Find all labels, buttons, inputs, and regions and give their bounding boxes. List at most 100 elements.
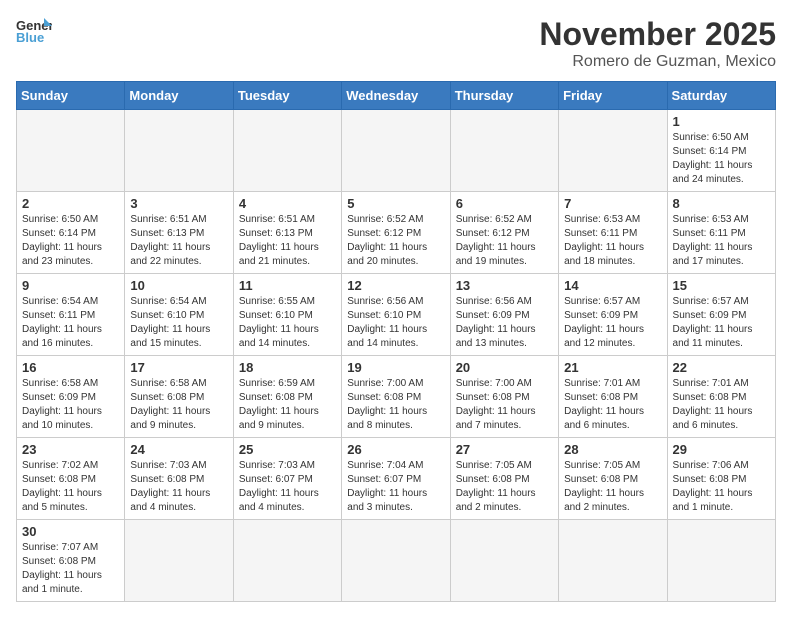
calendar-day-cell bbox=[233, 520, 341, 602]
day-number: 25 bbox=[239, 442, 336, 457]
day-info: Sunrise: 6:54 AM Sunset: 6:11 PM Dayligh… bbox=[22, 295, 119, 351]
day-info: Sunrise: 6:52 AM Sunset: 6:12 PM Dayligh… bbox=[347, 213, 444, 269]
calendar-day-cell bbox=[125, 520, 233, 602]
day-info: Sunrise: 6:53 AM Sunset: 6:11 PM Dayligh… bbox=[564, 213, 661, 269]
day-info: Sunrise: 6:52 AM Sunset: 6:12 PM Dayligh… bbox=[456, 213, 553, 269]
day-number: 9 bbox=[22, 278, 119, 293]
calendar-day-cell: 22 Sunrise: 7:01 AM Sunset: 6:08 PM Dayli… bbox=[667, 356, 775, 438]
page-header: General Blue November 2025 Romero de Guz… bbox=[16, 16, 776, 71]
day-number: 28 bbox=[564, 442, 661, 457]
calendar-day-cell bbox=[125, 110, 233, 192]
weekday-header: Wednesday bbox=[342, 82, 450, 110]
day-info: Sunrise: 7:05 AM Sunset: 6:08 PM Dayligh… bbox=[456, 459, 553, 515]
weekday-header-row: SundayMondayTuesdayWednesdayThursdayFrid… bbox=[17, 82, 776, 110]
day-info: Sunrise: 6:56 AM Sunset: 6:09 PM Dayligh… bbox=[456, 295, 553, 351]
day-info: Sunrise: 7:07 AM Sunset: 6:08 PM Dayligh… bbox=[22, 541, 119, 597]
calendar-day-cell: 21 Sunrise: 7:01 AM Sunset: 6:08 PM Dayli… bbox=[559, 356, 667, 438]
calendar-day-cell bbox=[17, 110, 125, 192]
calendar-day-cell: 13Sunrise: 6:56 AM Sunset: 6:09 PM Dayli… bbox=[450, 274, 558, 356]
weekday-header: Tuesday bbox=[233, 82, 341, 110]
calendar-day-cell: 6 Sunrise: 6:52 AM Sunset: 6:12 PM Daylig… bbox=[450, 192, 558, 274]
day-number: 15 bbox=[673, 278, 770, 293]
calendar-day-cell: 28Sunrise: 7:05 AM Sunset: 6:08 PM Dayli… bbox=[559, 438, 667, 520]
day-info: Sunrise: 6:55 AM Sunset: 6:10 PM Dayligh… bbox=[239, 295, 336, 351]
day-info: Sunrise: 6:54 AM Sunset: 6:10 PM Dayligh… bbox=[130, 295, 227, 351]
day-info: Sunrise: 6:51 AM Sunset: 6:13 PM Dayligh… bbox=[130, 213, 227, 269]
weekday-header: Saturday bbox=[667, 82, 775, 110]
day-info: Sunrise: 7:02 AM Sunset: 6:08 PM Dayligh… bbox=[22, 459, 119, 515]
day-info: Sunrise: 6:53 AM Sunset: 6:11 PM Dayligh… bbox=[673, 213, 770, 269]
day-info: Sunrise: 6:57 AM Sunset: 6:09 PM Dayligh… bbox=[564, 295, 661, 351]
day-number: 23 bbox=[22, 442, 119, 457]
logo: General Blue bbox=[16, 16, 52, 44]
calendar-week-row: 16 Sunrise: 6:58 AM Sunset: 6:09 PM Dayli… bbox=[17, 356, 776, 438]
calendar-day-cell: 26Sunrise: 7:04 AM Sunset: 6:07 PM Dayli… bbox=[342, 438, 450, 520]
calendar-day-cell bbox=[559, 520, 667, 602]
calendar-day-cell: 23 Sunrise: 7:02 AM Sunset: 6:08 PM Dayli… bbox=[17, 438, 125, 520]
calendar-day-cell: 1 Sunrise: 6:50 AM Sunset: 6:14 PM Daylig… bbox=[667, 110, 775, 192]
location-subtitle: Romero de Guzman, Mexico bbox=[539, 53, 776, 71]
day-number: 16 bbox=[22, 360, 119, 375]
day-number: 30 bbox=[22, 524, 119, 539]
calendar-day-cell: 29 Sunrise: 7:06 AM Sunset: 6:08 PM Dayli… bbox=[667, 438, 775, 520]
day-info: Sunrise: 7:00 AM Sunset: 6:08 PM Dayligh… bbox=[456, 377, 553, 433]
day-info: Sunrise: 7:01 AM Sunset: 6:08 PM Dayligh… bbox=[564, 377, 661, 433]
day-number: 12 bbox=[347, 278, 444, 293]
calendar-day-cell: 11 Sunrise: 6:55 AM Sunset: 6:10 PM Dayli… bbox=[233, 274, 341, 356]
day-info: Sunrise: 7:01 AM Sunset: 6:08 PM Dayligh… bbox=[673, 377, 770, 433]
day-info: Sunrise: 6:51 AM Sunset: 6:13 PM Dayligh… bbox=[239, 213, 336, 269]
day-number: 17 bbox=[130, 360, 227, 375]
day-info: Sunrise: 6:56 AM Sunset: 6:10 PM Dayligh… bbox=[347, 295, 444, 351]
day-info: Sunrise: 6:50 AM Sunset: 6:14 PM Dayligh… bbox=[22, 213, 119, 269]
day-number: 10 bbox=[130, 278, 227, 293]
calendar-day-cell: 16 Sunrise: 6:58 AM Sunset: 6:09 PM Dayli… bbox=[17, 356, 125, 438]
day-info: Sunrise: 7:03 AM Sunset: 6:08 PM Dayligh… bbox=[130, 459, 227, 515]
calendar-day-cell: 17Sunrise: 6:58 AM Sunset: 6:08 PM Dayli… bbox=[125, 356, 233, 438]
day-number: 11 bbox=[239, 278, 336, 293]
day-number: 2 bbox=[22, 196, 119, 211]
title-area: November 2025 Romero de Guzman, Mexico bbox=[539, 16, 776, 71]
calendar-day-cell: 3 Sunrise: 6:51 AM Sunset: 6:13 PM Daylig… bbox=[125, 192, 233, 274]
month-title: November 2025 bbox=[539, 16, 776, 53]
calendar-day-cell bbox=[450, 110, 558, 192]
calendar-day-cell: 27Sunrise: 7:05 AM Sunset: 6:08 PM Dayli… bbox=[450, 438, 558, 520]
calendar-day-cell: 14 Sunrise: 6:57 AM Sunset: 6:09 PM Dayli… bbox=[559, 274, 667, 356]
weekday-header: Friday bbox=[559, 82, 667, 110]
calendar-day-cell: 25Sunrise: 7:03 AM Sunset: 6:07 PM Dayli… bbox=[233, 438, 341, 520]
day-info: Sunrise: 7:06 AM Sunset: 6:08 PM Dayligh… bbox=[673, 459, 770, 515]
calendar-day-cell: 20 Sunrise: 7:00 AM Sunset: 6:08 PM Dayli… bbox=[450, 356, 558, 438]
calendar-day-cell: 7Sunrise: 6:53 AM Sunset: 6:11 PM Daylig… bbox=[559, 192, 667, 274]
calendar-day-cell: 8Sunrise: 6:53 AM Sunset: 6:11 PM Daylig… bbox=[667, 192, 775, 274]
calendar-day-cell: 9 Sunrise: 6:54 AM Sunset: 6:11 PM Daylig… bbox=[17, 274, 125, 356]
calendar-day-cell: 5Sunrise: 6:52 AM Sunset: 6:12 PM Daylig… bbox=[342, 192, 450, 274]
day-number: 14 bbox=[564, 278, 661, 293]
day-number: 20 bbox=[456, 360, 553, 375]
day-number: 29 bbox=[673, 442, 770, 457]
calendar-day-cell: 19Sunrise: 7:00 AM Sunset: 6:08 PM Dayli… bbox=[342, 356, 450, 438]
day-number: 24 bbox=[130, 442, 227, 457]
calendar-day-cell bbox=[559, 110, 667, 192]
day-info: Sunrise: 6:59 AM Sunset: 6:08 PM Dayligh… bbox=[239, 377, 336, 433]
day-number: 21 bbox=[564, 360, 661, 375]
calendar-week-row: 1 Sunrise: 6:50 AM Sunset: 6:14 PM Daylig… bbox=[17, 110, 776, 192]
calendar-day-cell bbox=[450, 520, 558, 602]
day-info: Sunrise: 6:50 AM Sunset: 6:14 PM Dayligh… bbox=[673, 131, 770, 187]
svg-text:Blue: Blue bbox=[16, 30, 44, 44]
calendar-day-cell: 2 Sunrise: 6:50 AM Sunset: 6:14 PM Daylig… bbox=[17, 192, 125, 274]
calendar-day-cell bbox=[233, 110, 341, 192]
day-number: 6 bbox=[456, 196, 553, 211]
calendar-week-row: 23 Sunrise: 7:02 AM Sunset: 6:08 PM Dayli… bbox=[17, 438, 776, 520]
calendar-day-cell: 4Sunrise: 6:51 AM Sunset: 6:13 PM Daylig… bbox=[233, 192, 341, 274]
day-number: 1 bbox=[673, 114, 770, 129]
day-info: Sunrise: 6:57 AM Sunset: 6:09 PM Dayligh… bbox=[673, 295, 770, 351]
day-number: 22 bbox=[673, 360, 770, 375]
calendar-day-cell: 15 Sunrise: 6:57 AM Sunset: 6:09 PM Dayli… bbox=[667, 274, 775, 356]
calendar-day-cell: 24 Sunrise: 7:03 AM Sunset: 6:08 PM Dayli… bbox=[125, 438, 233, 520]
day-number: 19 bbox=[347, 360, 444, 375]
day-number: 26 bbox=[347, 442, 444, 457]
calendar-week-row: 9 Sunrise: 6:54 AM Sunset: 6:11 PM Daylig… bbox=[17, 274, 776, 356]
calendar-day-cell bbox=[667, 520, 775, 602]
day-info: Sunrise: 6:58 AM Sunset: 6:09 PM Dayligh… bbox=[22, 377, 119, 433]
day-number: 3 bbox=[130, 196, 227, 211]
calendar-day-cell: 18Sunrise: 6:59 AM Sunset: 6:08 PM Dayli… bbox=[233, 356, 341, 438]
